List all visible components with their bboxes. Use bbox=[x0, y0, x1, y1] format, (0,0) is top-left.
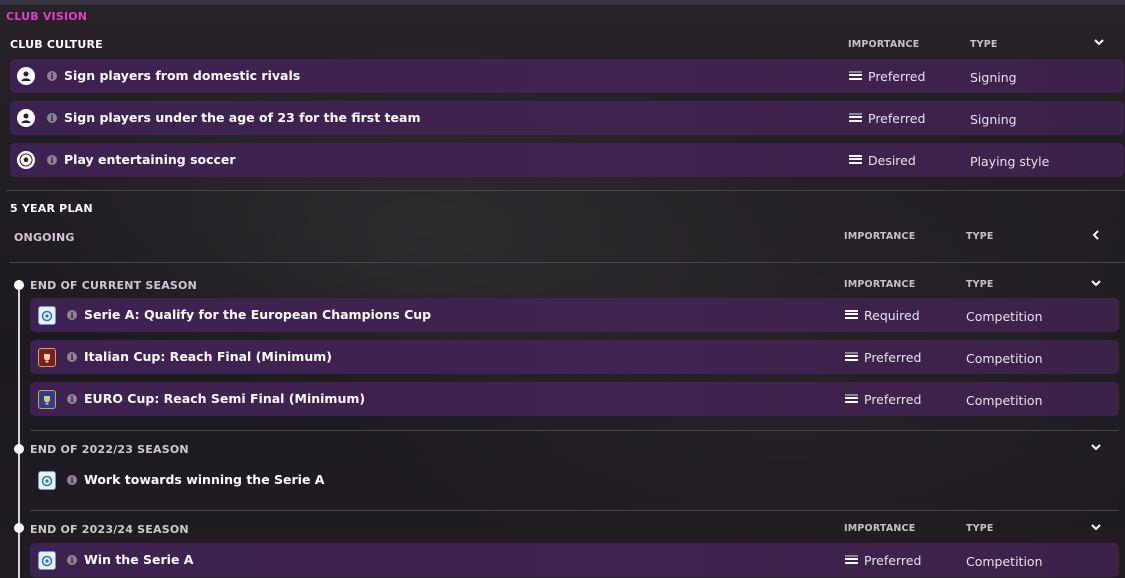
objective-row[interactable]: i Italian Cup: Reach Final (Minimum) Pre… bbox=[30, 340, 1119, 374]
importance-icon bbox=[845, 394, 858, 406]
culture-row[interactable]: i Play entertaining soccer Desired Playi… bbox=[10, 143, 1124, 177]
type-value: Playing style bbox=[970, 154, 1050, 169]
importance-icon bbox=[845, 310, 858, 322]
timeline bbox=[18, 284, 20, 578]
info-icon[interactable]: i bbox=[47, 155, 57, 165]
type-header: TYPE bbox=[966, 279, 994, 290]
chevron-down-icon[interactable] bbox=[1093, 36, 1105, 51]
importance-header: IMPORTANCE bbox=[848, 39, 920, 50]
type-value: Signing bbox=[970, 70, 1017, 85]
divider bbox=[30, 430, 1119, 431]
divider bbox=[10, 262, 1125, 263]
objective-label: EURO Cup: Reach Semi Final (Minimum) bbox=[84, 391, 366, 406]
season-2324-title: END OF 2023/24 SEASON bbox=[30, 523, 189, 536]
importance-value: Required bbox=[864, 308, 920, 323]
importance-header: IMPORTANCE bbox=[844, 231, 916, 242]
objective-row[interactable]: i Work towards winning the Serie A bbox=[30, 463, 1119, 497]
culture-row[interactable]: i Sign players under the age of 23 for t… bbox=[10, 101, 1124, 135]
importance-value: Preferred bbox=[864, 392, 922, 407]
serie-a-icon bbox=[38, 551, 56, 570]
club-culture-title: CLUB CULTURE bbox=[10, 38, 103, 51]
type-header: TYPE bbox=[970, 39, 998, 50]
type-value: Competition bbox=[966, 393, 1043, 408]
culture-label: Sign players from domestic rivals bbox=[64, 68, 301, 83]
serie-a-icon bbox=[38, 471, 56, 490]
importance-value: Preferred bbox=[868, 111, 926, 126]
culture-label: Play entertaining soccer bbox=[64, 152, 236, 167]
info-icon[interactable]: i bbox=[67, 394, 77, 404]
info-icon[interactable]: i bbox=[67, 352, 77, 362]
timeline-dot bbox=[14, 444, 24, 454]
italian-cup-icon bbox=[38, 348, 56, 367]
chevron-left-icon[interactable] bbox=[1090, 229, 1102, 244]
importance-header: IMPORTANCE bbox=[844, 523, 916, 534]
objective-row[interactable]: i EURO Cup: Reach Semi Final (Minimum) P… bbox=[30, 382, 1119, 416]
current-season-title: END OF CURRENT SEASON bbox=[30, 279, 198, 292]
info-icon[interactable]: i bbox=[67, 555, 77, 565]
importance-header: IMPORTANCE bbox=[844, 279, 916, 290]
type-header: TYPE bbox=[966, 231, 994, 242]
info-icon[interactable]: i bbox=[67, 475, 77, 485]
info-icon[interactable]: i bbox=[67, 310, 77, 320]
type-value: Signing bbox=[970, 112, 1017, 127]
season-2223-title: END OF 2022/23 SEASON bbox=[30, 443, 189, 456]
chevron-down-icon[interactable] bbox=[1090, 521, 1102, 536]
culture-row[interactable]: i Sign players from domestic rivals Pref… bbox=[10, 59, 1124, 93]
divider bbox=[30, 510, 1119, 511]
type-header: TYPE bbox=[966, 523, 994, 534]
importance-value: Desired bbox=[868, 153, 916, 168]
page-title: CLUB VISION bbox=[6, 10, 88, 23]
importance-icon bbox=[845, 555, 858, 567]
serie-a-icon bbox=[38, 306, 56, 325]
euro-cup-icon bbox=[38, 390, 56, 409]
importance-value: Preferred bbox=[864, 350, 922, 365]
importance-value: Preferred bbox=[868, 69, 926, 84]
soccer-ball-icon bbox=[17, 151, 35, 169]
type-value: Competition bbox=[966, 554, 1043, 569]
person-icon bbox=[17, 67, 35, 85]
importance-icon bbox=[849, 71, 862, 83]
timeline-dot bbox=[14, 523, 24, 533]
ongoing-title: ONGOING bbox=[14, 231, 75, 244]
culture-label: Sign players under the age of 23 for the… bbox=[64, 110, 421, 125]
timeline-dot bbox=[14, 280, 24, 290]
objective-label: Work towards winning the Serie A bbox=[84, 472, 325, 487]
chevron-down-icon[interactable] bbox=[1090, 441, 1102, 456]
info-icon[interactable]: i bbox=[47, 113, 57, 123]
info-icon[interactable]: i bbox=[47, 71, 57, 81]
five-year-plan-title: 5 YEAR PLAN bbox=[10, 202, 93, 215]
chevron-down-icon[interactable] bbox=[1090, 277, 1102, 292]
objective-label: Italian Cup: Reach Final (Minimum) bbox=[84, 349, 332, 364]
objective-row[interactable]: i Win the Serie A Preferred Competition bbox=[30, 543, 1119, 577]
importance-icon bbox=[849, 113, 862, 125]
objective-row[interactable]: i Serie A: Qualify for the European Cham… bbox=[30, 298, 1119, 332]
person-icon bbox=[17, 109, 35, 127]
divider bbox=[6, 190, 1125, 191]
objective-label: Serie A: Qualify for the European Champi… bbox=[84, 307, 432, 322]
importance-icon bbox=[845, 352, 858, 364]
importance-icon bbox=[849, 155, 862, 167]
importance-value: Preferred bbox=[864, 553, 922, 568]
type-value: Competition bbox=[966, 309, 1043, 324]
type-value: Competition bbox=[966, 351, 1043, 366]
objective-label: Win the Serie A bbox=[84, 552, 194, 567]
